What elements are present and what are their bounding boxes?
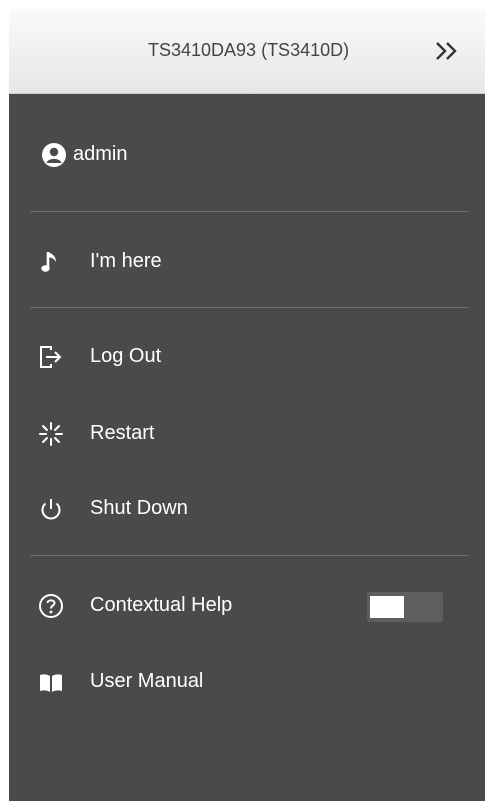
device-title: TS3410DA93 (TS3410D) [148, 40, 350, 60]
shutdown-item[interactable]: Shut Down [9, 484, 485, 534]
im-here-label: I'm here [90, 250, 162, 272]
restart-icon [39, 422, 63, 446]
user-account-item[interactable]: admin [9, 130, 485, 180]
user-manual-label: User Manual [90, 670, 204, 692]
separator [30, 555, 469, 556]
question-circle-icon [39, 594, 63, 618]
restart-label: Restart [90, 422, 155, 444]
im-here-item[interactable]: I'm here [9, 237, 485, 287]
separator [30, 211, 469, 212]
contextual-help-toggle[interactable] [367, 592, 443, 622]
power-icon [41, 499, 61, 520]
book-icon [40, 674, 62, 692]
shutdown-label: Shut Down [90, 497, 188, 519]
logout-icon [40, 346, 62, 368]
music-note-icon [41, 252, 56, 272]
toggle-knob [370, 596, 404, 618]
separator [30, 307, 469, 308]
logout-label: Log Out [90, 345, 162, 367]
side-menu-panel: TS3410DA93 (TS3410D) admin I'm here Log … [9, 9, 485, 801]
menu-header: TS3410DA93 (TS3410D) [9, 9, 485, 94]
collapse-menu-button[interactable] [427, 31, 467, 71]
logout-item[interactable]: Log Out [9, 332, 485, 382]
contextual-help-item[interactable]: Contextual Help [9, 581, 349, 631]
user-circle-icon [42, 143, 66, 167]
restart-item[interactable]: Restart [9, 409, 485, 459]
username-label: admin [73, 143, 128, 165]
double-chevron-right-icon [436, 42, 457, 60]
contextual-help-label: Contextual Help [90, 594, 233, 616]
user-manual-item[interactable]: User Manual [9, 657, 485, 707]
